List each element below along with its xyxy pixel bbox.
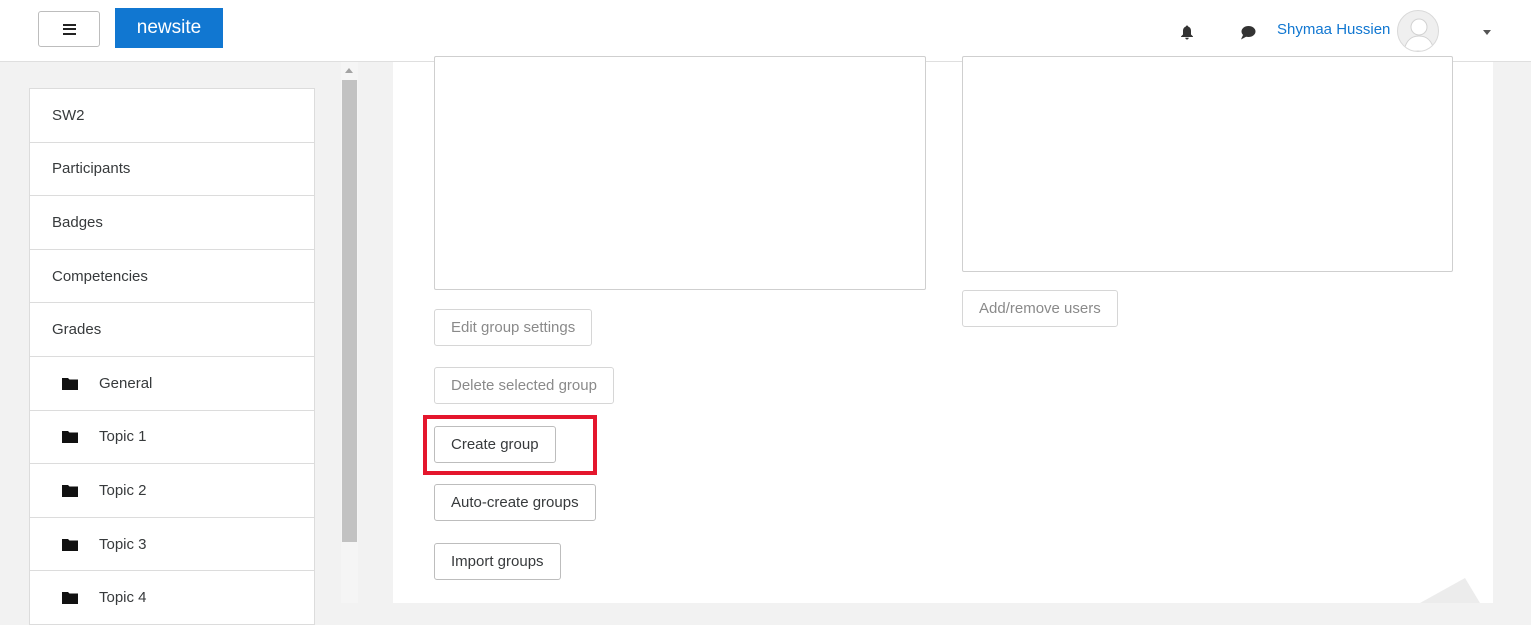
drawer-item-topic-2[interactable]: Topic 2 [30, 464, 314, 518]
drawer-item-label: Participants [52, 160, 131, 178]
drawer-item-topic-4[interactable]: Topic 4 [30, 571, 314, 625]
bell-icon[interactable] [1180, 25, 1194, 40]
drawer-item-participants[interactable]: Participants [30, 143, 314, 197]
drawer-item-label: Topic 3 [99, 535, 147, 553]
folder-icon [62, 377, 78, 390]
avatar-icon[interactable] [1397, 10, 1439, 52]
scrollbar-thumb[interactable] [342, 80, 357, 542]
drawer-item-course[interactable]: SW2 [30, 89, 314, 143]
auto-create-groups-button[interactable]: Auto-create groups [434, 484, 596, 521]
add-remove-users-button[interactable]: Add/remove users [962, 290, 1118, 327]
groups-select-list[interactable] [434, 56, 926, 290]
site-brand-link[interactable]: newsite [115, 8, 223, 48]
drawer-item-topic-1[interactable]: Topic 1 [30, 411, 314, 465]
drawer-item-label: SW2 [52, 106, 85, 124]
user-name-link[interactable]: Shymaa Hussien [1277, 21, 1390, 38]
folder-icon [62, 484, 78, 497]
folder-icon [62, 431, 78, 444]
edit-group-settings-button[interactable]: Edit group settings [434, 309, 593, 346]
create-group-button[interactable]: Create group [434, 426, 556, 463]
scroll-up-arrow-icon[interactable] [345, 68, 353, 73]
hamburger-icon [62, 23, 76, 35]
drawer-item-badges[interactable]: Badges [30, 196, 314, 250]
drawer-item-label: General [99, 374, 153, 392]
import-groups-button[interactable]: Import groups [434, 543, 561, 580]
delete-selected-group-button[interactable]: Delete selected group [434, 367, 614, 404]
drawer-item-label: Competencies [52, 267, 148, 285]
top-navbar: newsite Shymaa Hussien [0, 0, 1531, 62]
drawer-item-topic-3[interactable]: Topic 3 [30, 518, 314, 572]
drawer-scrollbar[interactable] [341, 62, 358, 603]
members-select-list[interactable] [962, 56, 1453, 272]
drawer-item-label: Topic 1 [99, 428, 147, 446]
drawer-toggle-button[interactable] [38, 11, 100, 47]
nav-drawer: SW2 Participants Badges Competencies Gra… [0, 62, 358, 625]
drawer-item-label: Grades [52, 321, 102, 339]
chat-icon[interactable] [1240, 25, 1256, 40]
drawer-item-competencies[interactable]: Competencies [30, 250, 314, 304]
drawer-item-label: Badges [52, 213, 103, 231]
folder-icon [62, 592, 78, 605]
drawer-item-grades[interactable]: Grades [30, 303, 314, 357]
drawer-item-label: Topic 4 [99, 589, 147, 607]
caret-down-icon[interactable] [1483, 30, 1491, 35]
folder-icon [62, 538, 78, 551]
drawer-item-general[interactable]: General [30, 357, 314, 411]
drawer-item-label: Topic 2 [99, 481, 147, 499]
drawer-nav-list: SW2 Participants Badges Competencies Gra… [29, 88, 315, 625]
page-corner-decoration [1420, 578, 1480, 603]
